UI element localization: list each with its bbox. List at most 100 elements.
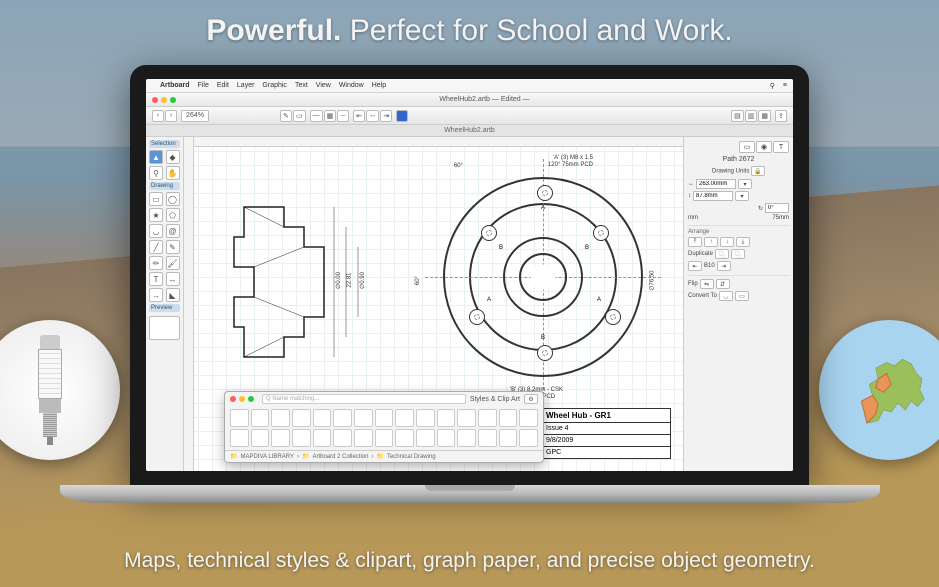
align-l-button[interactable]: ⇤ bbox=[688, 261, 702, 271]
style-swatch[interactable] bbox=[457, 429, 476, 447]
send-backward-button[interactable]: ↓ bbox=[720, 237, 734, 247]
tool-shape-icon[interactable]: ▭ bbox=[293, 110, 306, 122]
pencil-tool[interactable]: ✏ bbox=[149, 256, 163, 270]
direct-select-tool[interactable]: ◆ bbox=[166, 150, 180, 164]
style-swatch[interactable] bbox=[354, 429, 373, 447]
text-tool[interactable]: T bbox=[149, 272, 163, 286]
search-icon[interactable]: ⚲ bbox=[770, 82, 775, 90]
menu-window[interactable]: Window bbox=[339, 82, 364, 89]
style-swatch[interactable] bbox=[251, 429, 270, 447]
zoom-button[interactable] bbox=[170, 97, 176, 103]
menu-graphic[interactable]: Graphic bbox=[262, 82, 287, 89]
align-center-button[interactable]: ↔ bbox=[366, 110, 379, 122]
callout-tool[interactable]: ◣ bbox=[166, 288, 180, 302]
style-swatch[interactable] bbox=[313, 409, 332, 427]
style-swatch[interactable] bbox=[292, 409, 311, 427]
styles-clipart-panel[interactable]: Q Name matching... Styles & Clip Art ⚙ 📁… bbox=[224, 391, 544, 463]
inspector-tab-geometry[interactable]: ▭ bbox=[739, 141, 755, 153]
style-swatch[interactable] bbox=[457, 409, 476, 427]
pen-tool[interactable]: ✎ bbox=[166, 240, 180, 254]
color-picker-button[interactable] bbox=[396, 110, 408, 122]
nav-back-button[interactable]: ‹ bbox=[152, 110, 164, 122]
menu-file[interactable]: File bbox=[198, 82, 209, 89]
duplicate-h-button[interactable]: ⿻ bbox=[715, 249, 729, 259]
hub-profile-drawing[interactable]: ∅0.00 22.81 ∅0.90 bbox=[224, 187, 374, 387]
document-tabs[interactable]: WheelHub2.artb bbox=[146, 125, 793, 137]
star-tool[interactable]: ★ bbox=[149, 208, 163, 222]
select-tool[interactable]: ▲ bbox=[149, 150, 163, 164]
panel-options-button[interactable]: ⚙ bbox=[524, 394, 538, 404]
tool-pen-icon[interactable]: ✎ bbox=[280, 110, 292, 122]
width-field[interactable] bbox=[696, 179, 736, 189]
align-r-button[interactable]: ⇥ bbox=[717, 261, 731, 271]
menu-help[interactable]: Help bbox=[372, 82, 386, 89]
style-swatch[interactable] bbox=[375, 429, 394, 447]
align-left-button[interactable]: ⇤ bbox=[353, 110, 365, 122]
dimension-tool[interactable]: ↔ bbox=[166, 272, 180, 286]
flip-v-button[interactable]: ⇵ bbox=[716, 279, 730, 289]
style-swatch[interactable] bbox=[437, 429, 456, 447]
style-swatch[interactable] bbox=[395, 409, 414, 427]
style-swatch[interactable] bbox=[478, 429, 497, 447]
bring-forward-button[interactable]: ↑ bbox=[704, 237, 718, 247]
macos-menubar[interactable]: Artboard File Edit Layer Graphic Text Vi… bbox=[146, 79, 793, 93]
arc-tool[interactable]: ◡ bbox=[149, 224, 163, 238]
export-button[interactable]: ⇪ bbox=[775, 110, 787, 122]
rect-tool[interactable]: ▭ bbox=[149, 192, 163, 206]
horizontal-ruler[interactable] bbox=[184, 137, 683, 147]
send-back-button[interactable]: ⤓ bbox=[736, 237, 750, 247]
menu-text[interactable]: Text bbox=[295, 82, 308, 89]
close-button[interactable] bbox=[152, 97, 158, 103]
zoom-tool[interactable]: ⚲ bbox=[149, 166, 163, 180]
style-swatch[interactable] bbox=[354, 409, 373, 427]
height-field[interactable] bbox=[693, 191, 733, 201]
style-swatch[interactable] bbox=[519, 409, 538, 427]
align-right-button[interactable]: ⇥ bbox=[380, 110, 392, 122]
style-swatch[interactable] bbox=[292, 429, 311, 447]
menu-view[interactable]: View bbox=[316, 82, 331, 89]
menu-layer[interactable]: Layer bbox=[237, 82, 255, 89]
flip-h-button[interactable]: ⇋ bbox=[700, 279, 714, 289]
panel-close-button[interactable] bbox=[230, 396, 236, 402]
style-swatch[interactable] bbox=[478, 409, 497, 427]
inspector-tab-style[interactable]: ◉ bbox=[756, 141, 772, 153]
menu-edit[interactable]: Edit bbox=[217, 82, 229, 89]
hub-face-drawing[interactable]: A B B A A B bbox=[443, 177, 643, 377]
ellipse-tool[interactable]: ◯ bbox=[166, 192, 180, 206]
bring-front-button[interactable]: ⤒ bbox=[688, 237, 702, 247]
style-swatch[interactable] bbox=[499, 409, 518, 427]
duplicate-v-button[interactable]: ⿻ bbox=[731, 249, 745, 259]
panel-zoom-button[interactable] bbox=[248, 396, 254, 402]
style-swatch[interactable] bbox=[333, 429, 352, 447]
polygon-tool[interactable]: ⬠ bbox=[166, 208, 180, 222]
minimize-button[interactable] bbox=[161, 97, 167, 103]
height-stepper[interactable]: ▾ bbox=[735, 191, 749, 201]
vertical-ruler[interactable] bbox=[184, 137, 194, 471]
convert-path-button[interactable]: ◡ bbox=[719, 291, 733, 301]
style-swatch[interactable] bbox=[416, 409, 435, 427]
style-swatch[interactable] bbox=[271, 429, 290, 447]
style-swatch[interactable] bbox=[271, 409, 290, 427]
dash-style-button[interactable]: ┈ bbox=[337, 110, 349, 122]
style-swatch[interactable] bbox=[375, 409, 394, 427]
panel-minimize-button[interactable] bbox=[239, 396, 245, 402]
brush-tool[interactable]: 🖌 bbox=[166, 256, 180, 270]
style-swatch[interactable] bbox=[395, 429, 414, 447]
spiral-tool[interactable]: @ bbox=[166, 224, 180, 238]
style-swatch[interactable] bbox=[499, 429, 518, 447]
hand-tool[interactable]: ✋ bbox=[166, 166, 180, 180]
styles-search-field[interactable]: Q Name matching... bbox=[262, 394, 466, 404]
units-lock-icon[interactable]: 🔒 bbox=[751, 166, 765, 176]
tab-document[interactable]: WheelHub2.artb bbox=[444, 127, 495, 134]
arrow-tool[interactable]: → bbox=[149, 288, 163, 302]
style-swatch[interactable] bbox=[251, 409, 270, 427]
width-stepper[interactable]: ▾ bbox=[738, 179, 752, 189]
style-swatch[interactable] bbox=[313, 429, 332, 447]
fill-style-button[interactable]: ▦ bbox=[324, 110, 337, 122]
convert-shape-button[interactable]: ▭ bbox=[735, 291, 749, 301]
inspector-tab-text[interactable]: T bbox=[773, 141, 789, 153]
app-name[interactable]: Artboard bbox=[160, 82, 190, 89]
stroke-style-button[interactable]: — bbox=[310, 110, 323, 122]
style-swatch[interactable] bbox=[333, 409, 352, 427]
line-tool[interactable]: ╱ bbox=[149, 240, 163, 254]
